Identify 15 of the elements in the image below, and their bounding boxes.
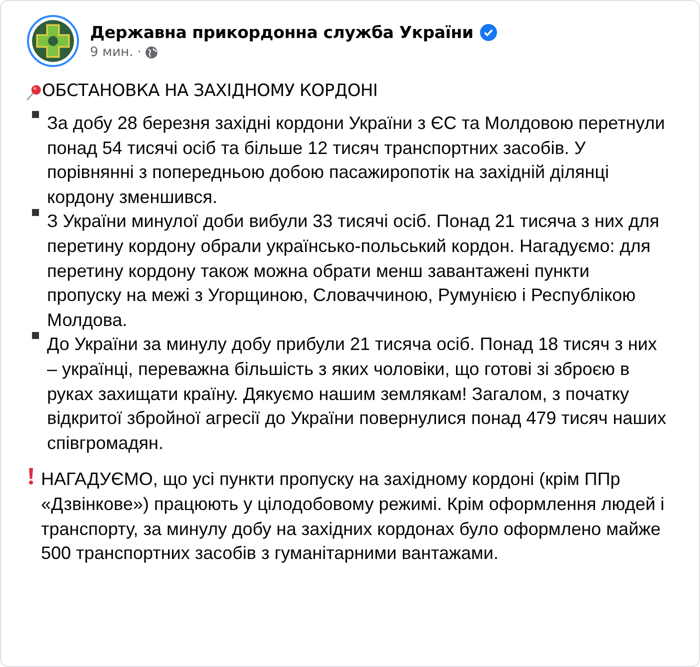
paragraph: З України минулої доби вибули 33 тисячі осіб. Понад 21 тисяча з них для перетину кордону обрали українсько-польський кордон. Нагадуємо: для перетину кордону також можна обрати менш завантажені пункти пропуску на межі з Угорщиною, Словаччиною, Румунією і Республікою Молдова. bbox=[47, 210, 660, 332]
page-name[interactable]: Державна прикордонна служба України bbox=[90, 22, 474, 42]
paragraph: За добу 28 березня західні кордони України з ЄС та Молдовою перетнули понад 54 тисячі осіб та більше 12 тисяч транспортних засобів. У порівнянні з попередньою добою пасажиропотік на західній ділянці кордону зменшився. bbox=[47, 112, 666, 209]
separator-dot: · bbox=[137, 44, 142, 60]
globe-icon bbox=[145, 46, 158, 58]
bullet-icon bbox=[32, 209, 39, 216]
paragraph: НАГАДУЄМО, що усі пункти пропуску на західному кордоні (крім ППр «Дзвінкове») працюють у цілодобовому режимі. Крім оформлення людей і транспорту, за минулу добу на західних кордонах було оформлено майже 500 транспортних засобів з гуманітарними вантажами. bbox=[41, 468, 666, 566]
pushpin-icon bbox=[25, 84, 42, 101]
paragraph: До України за минулу добу прибули 21 тисяча осіб. Понад 18 тисяч з них – українці, переважна більшість з яких чоловіки, що готові зі зброєю в руках захищати країну. Дякуємо нашим землякам! Загалом, з початку відкритої збройної агресії до України повернулися понад 479 тисяч наших співгромадян. bbox=[47, 333, 667, 455]
page-avatar[interactable] bbox=[27, 15, 79, 67]
exclamation-icon bbox=[27, 467, 35, 486]
post-time[interactable]: 9 мин. bbox=[90, 44, 134, 60]
bullet-icon bbox=[32, 332, 39, 340]
bullet-icon bbox=[32, 111, 39, 118]
post-heading: ОБСТАНОВКА НА ЗАХІДНОМУ КОРДОНІ bbox=[42, 81, 378, 101]
